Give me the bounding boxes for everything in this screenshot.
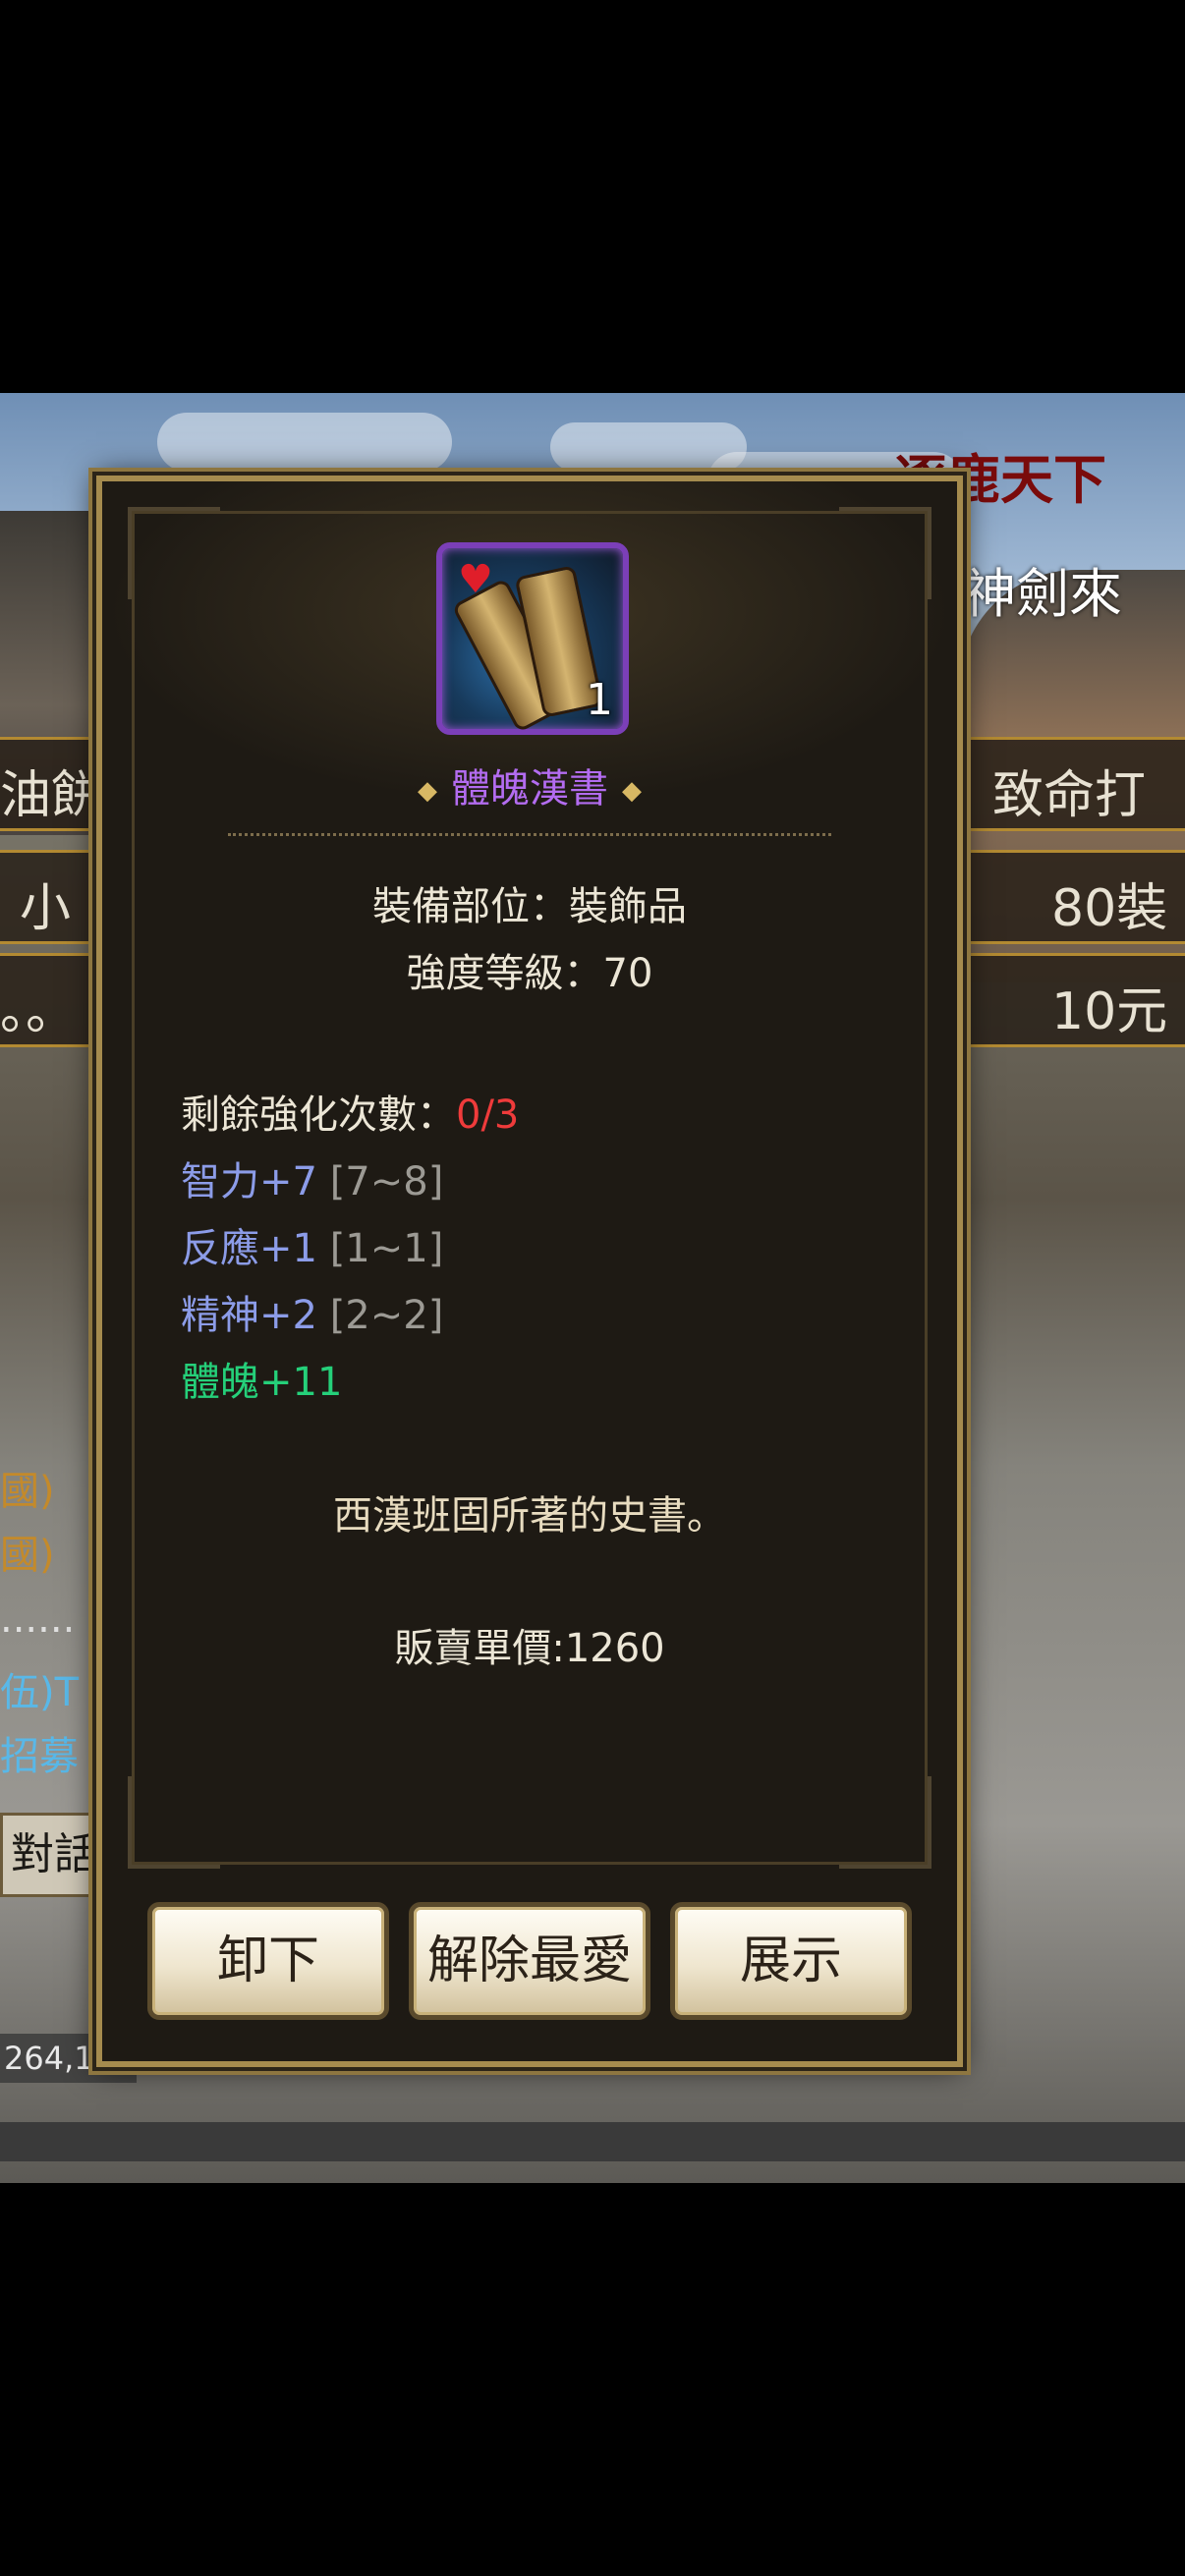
item-name: 體魄漢書: [451, 766, 608, 812]
stat-label: 智力+7: [181, 1159, 317, 1204]
item-detail-dialog: ♥ 1 ◆ 體魄漢書 ◆ 裝備部位：裝飾品 強度等級：70 剩餘強化次數：0/3 智…: [96, 476, 963, 2067]
stat-line: 精神+2 [2~2]: [181, 1283, 443, 1340]
stat-range: [1~1]: [329, 1226, 444, 1271]
corner-ornament: [839, 507, 931, 599]
strip-left-text: 。。: [0, 982, 78, 1041]
stat-range: [2~2]: [329, 1293, 444, 1338]
unfavorite-button[interactable]: 解除最愛: [409, 1902, 650, 2020]
item-name-row: ◆ 體魄漢書 ◆: [102, 756, 957, 813]
equip-slot-line: 裝備部位：裝飾品: [372, 884, 687, 929]
stat-label: 精神+2: [181, 1293, 317, 1338]
strength-level-line: 強度等級：70: [406, 951, 653, 996]
strip-left-text: 油餅: [0, 766, 103, 825]
sell-price: 販賣單價:1260: [394, 1626, 665, 1671]
bonus-stat: 體魄+11: [181, 1360, 343, 1405]
enhance-remaining-value: 0/3: [456, 1092, 520, 1138]
divider: [228, 833, 831, 836]
bottom-bar: [0, 2122, 1185, 2161]
strip-right-text: 致命打: [992, 766, 1147, 825]
strip-left-text: 小: [20, 879, 72, 938]
corner-ornament: [839, 1776, 931, 1869]
stat-label: 反應+1: [181, 1226, 317, 1271]
stat-range: [7~8]: [329, 1159, 444, 1204]
stat-line: 智力+7 [7~8]: [181, 1149, 443, 1206]
enhance-remaining-line: 剩餘強化次數：0/3: [181, 1083, 519, 1140]
enhance-remaining-label: 剩餘強化次數：: [181, 1092, 456, 1138]
chat-line: 國): [0, 1469, 55, 1514]
cloud: [157, 413, 452, 472]
chat-line: 國): [0, 1533, 55, 1578]
strip-right-text: 10元: [1051, 982, 1168, 1041]
item-count: 1: [586, 675, 613, 725]
diamond-icon: ◆: [622, 776, 642, 806]
server-subtitle-text: 神劍來: [963, 563, 1122, 625]
item-description: 西漢班固所著的史書。: [333, 1493, 726, 1539]
scroll-bundle-icon[interactable]: ♥ 1: [436, 542, 629, 735]
diamond-icon: ◆: [418, 776, 437, 806]
chat-line: ......: [0, 1596, 76, 1642]
strip-right-text: 80裝: [1051, 879, 1168, 938]
chat-line: 伍)T: [0, 1670, 80, 1715]
stat-line: 反應+1 [1~1]: [181, 1216, 443, 1273]
unequip-button[interactable]: 卸下: [147, 1902, 389, 2020]
heart-icon: ♥: [458, 557, 493, 602]
show-button[interactable]: 展示: [670, 1902, 912, 2020]
corner-ornament: [128, 507, 220, 599]
chat-line: 招募: [0, 1734, 79, 1779]
corner-ornament: [128, 1776, 220, 1869]
